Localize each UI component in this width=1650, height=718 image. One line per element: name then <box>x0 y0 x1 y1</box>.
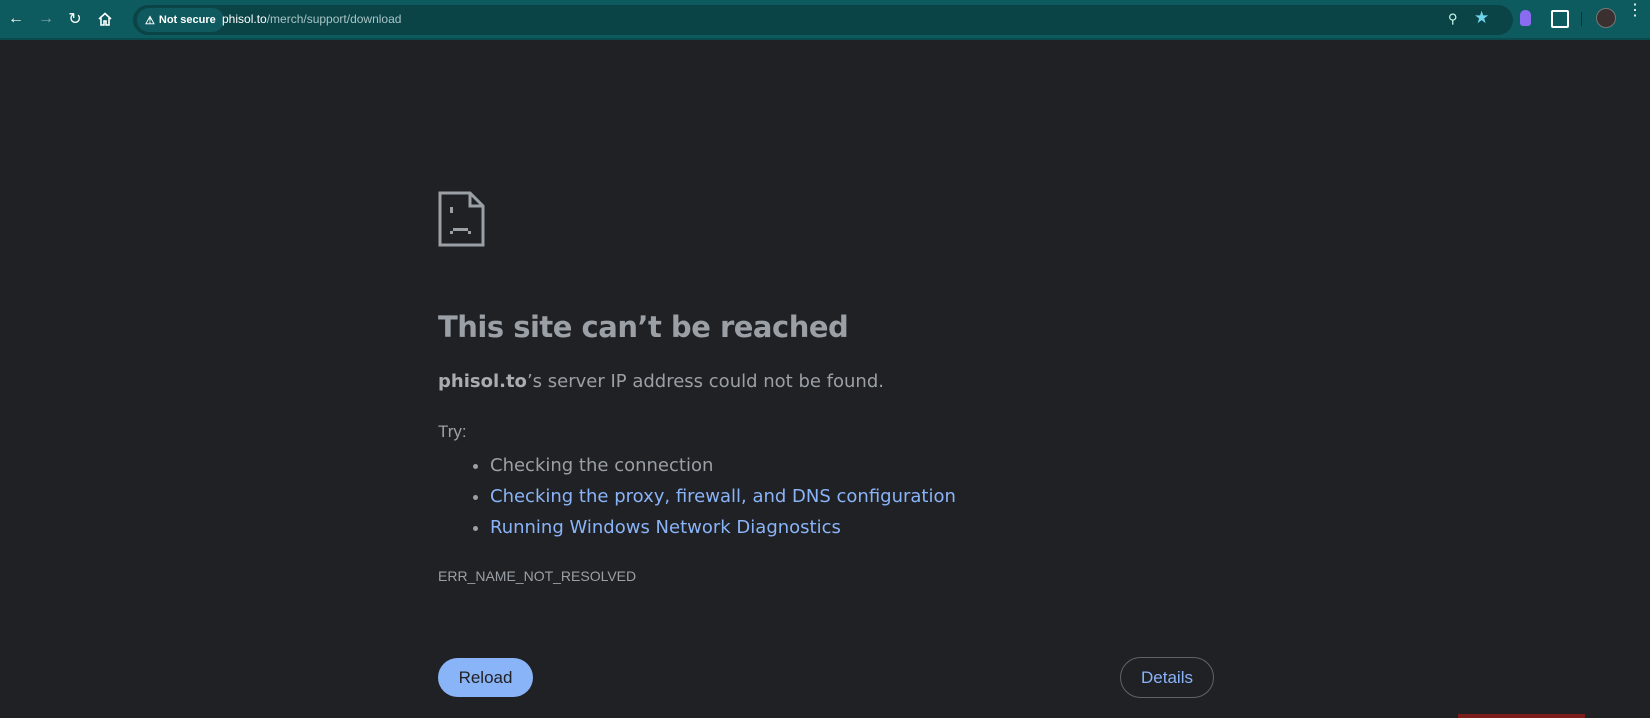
home-icon <box>98 12 112 26</box>
error-message: phisol.to’s server IP address could not … <box>438 371 884 392</box>
suggestion-link-proxy[interactable]: Checking the proxy, firewall, and DNS co… <box>490 486 956 507</box>
security-label: Not secure <box>158 14 216 26</box>
error-title: This site can’t be reached <box>438 310 849 344</box>
suggestion-item: Checking the proxy, firewall, and DNS co… <box>490 481 956 512</box>
toolbar-divider <box>1581 12 1582 26</box>
error-message-text: ’s server IP address could not be found. <box>526 371 884 392</box>
suggestion-link-diagnostics[interactable]: Running Windows Network Diagnostics <box>490 517 841 538</box>
security-chip[interactable]: ⚠ Not secure <box>137 8 224 32</box>
extensions-puzzle-icon[interactable] <box>1551 10 1569 28</box>
warning-icon: ⚠ <box>145 14 155 27</box>
menu-kebab-icon[interactable]: ⋮ <box>1627 3 1643 19</box>
extension-icon[interactable] <box>1520 10 1531 26</box>
suggestion-text: Checking the connection <box>490 455 714 476</box>
address-bar[interactable]: ⚠ Not secure phisol.to/merch/support/dow… <box>133 5 1513 35</box>
zoom-icon[interactable]: ⚲ <box>1448 11 1458 27</box>
home-button[interactable] <box>93 7 117 31</box>
browser-toolbar: ← → ↻ ⚠ Not secure phisol.to/merch/suppo… <box>0 0 1650 40</box>
reload-icon-button[interactable]: ↻ <box>63 7 87 31</box>
url-path: /merch/support/download <box>266 12 402 26</box>
url-text[interactable]: phisol.to/merch/support/download <box>222 12 401 26</box>
suggestion-item: Running Windows Network Diagnostics <box>490 512 956 543</box>
bookmark-star-icon[interactable]: ★ <box>1474 8 1489 28</box>
try-label: Try: <box>438 422 467 441</box>
url-host: phisol.to <box>222 12 267 26</box>
profile-avatar[interactable] <box>1596 8 1616 28</box>
suggestion-item: Checking the connection <box>490 450 956 481</box>
forward-button[interactable]: → <box>34 7 58 31</box>
reload-button[interactable]: Reload <box>438 658 533 697</box>
error-host: phisol.to <box>438 371 527 392</box>
error-code: ERR_NAME_NOT_RESOLVED <box>438 568 637 584</box>
back-button[interactable]: ← <box>4 7 28 31</box>
overlay-edge <box>1458 714 1585 718</box>
details-button[interactable]: Details <box>1120 657 1214 698</box>
sad-document-icon <box>438 191 485 247</box>
suggestions-list: Checking the connection Checking the pro… <box>438 450 956 543</box>
